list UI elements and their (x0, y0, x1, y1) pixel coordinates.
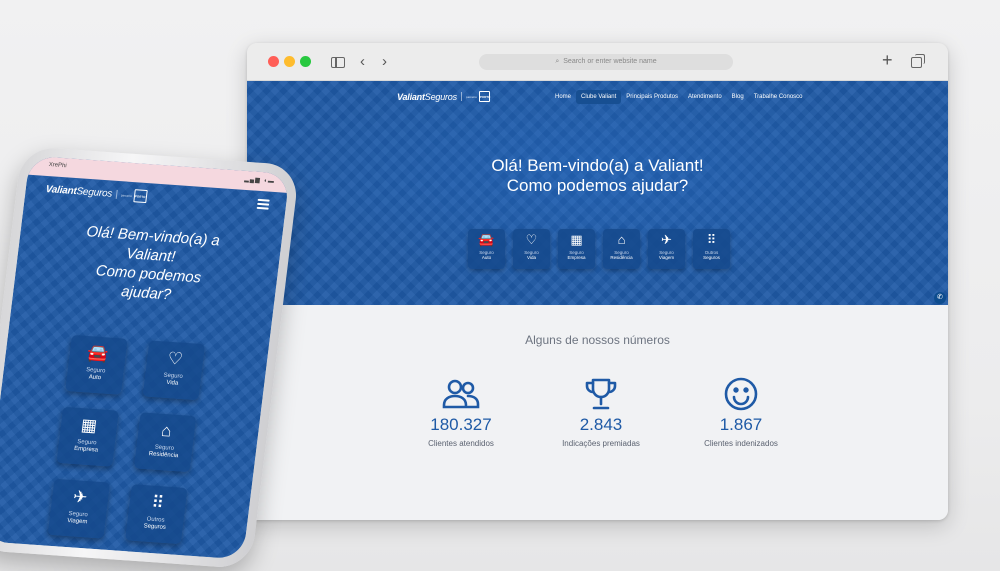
tab-overview-icon[interactable] (911, 54, 925, 68)
stat-label: Indicações premiadas (562, 439, 640, 448)
back-arrow-icon[interactable]: ‹ (360, 53, 365, 71)
stat-value: 180.327 (430, 415, 492, 434)
stat-label: Clientes indenizados (704, 439, 778, 448)
grid-dots-icon: ⠿ (706, 232, 717, 247)
tile-seguro-residencia[interactable]: ⌂ Seguro Residência (603, 229, 640, 269)
m-tile-seguro-empresa[interactable]: ▦ Seguro Empresa (56, 406, 119, 467)
tile-label-bottom: Seguros (703, 255, 720, 260)
partner-badge: PORTO (133, 189, 148, 204)
hero-section: ValiantSeguros parceiro PORTO Home Clube… (247, 81, 948, 305)
mobile-hero-heading: Olá! Bem-vindo(a) a Valiant! Como podemo… (31, 219, 269, 311)
m-tile-seguro-viagem[interactable]: ✈ Seguro Viagem (47, 478, 111, 539)
nav-trabalhe-conosco[interactable]: Trabalhe Conosco (749, 90, 808, 104)
phone-screen: XrePhi ▂▄▆ ◖▬ ValiantSeguros parceiro PO… (0, 155, 290, 560)
tile-label-bottom: Seguros (143, 523, 167, 531)
partner-label: parceiro (120, 192, 133, 198)
tile-label-bottom: Residência (610, 255, 633, 260)
brand-name: ValiantSeguros (45, 183, 113, 200)
tile-label-bottom: Empresa (73, 445, 99, 454)
m-tile-seguro-vida[interactable]: ♡ Seguro Vida (142, 340, 206, 401)
users-icon (391, 375, 531, 413)
house-icon: ⌂ (160, 420, 173, 441)
heart-icon: ♡ (166, 348, 184, 369)
browser-toolbar: ‹ › ⌕ Search or enter website name + (247, 43, 948, 81)
phone-mockup: XrePhi ▂▄▆ ◖▬ ValiantSeguros parceiro PO… (0, 146, 300, 570)
tile-label-bottom: Vida (165, 379, 179, 387)
nav-atendimento[interactable]: Atendimento (683, 90, 727, 104)
car-icon: 🚘 (478, 232, 495, 247)
site-logo[interactable]: ValiantSeguros parceiro PORTO (397, 91, 490, 102)
stat-value: 1.867 (719, 415, 763, 434)
address-bar[interactable]: ⌕ Search or enter website name (479, 54, 733, 70)
logo-divider (115, 189, 118, 199)
address-placeholder: Search or enter website name (563, 58, 657, 65)
stat-clientes-indenizados: 1.867 Clientes indenizados (671, 375, 811, 448)
stat-clientes-atendidos: 180.327 Clientes atendidos (391, 375, 531, 448)
sidebar-toggle-icon[interactable] (331, 57, 345, 68)
m-tile-seguro-auto[interactable]: 🚘 Seguro Auto (65, 334, 128, 395)
tile-seguro-viagem[interactable]: ✈ Seguro Viagem (648, 229, 685, 269)
building-icon: ▦ (570, 232, 583, 247)
nav-blog[interactable]: Blog (727, 90, 749, 104)
stat-label: Clientes atendidos (428, 439, 494, 448)
hero-heading-line1: Olá! Bem-vindo(a) a Valiant! (491, 156, 704, 175)
tile-outros-seguros[interactable]: ⠿ Outros Seguros (693, 229, 730, 269)
forward-arrow-icon[interactable]: › (382, 53, 387, 71)
building-icon: ▦ (79, 415, 99, 436)
browser-window: ‹ › ⌕ Search or enter website name + Vali… (247, 43, 948, 520)
tile-label-bottom: Viagem (658, 255, 675, 260)
nav-principais-produtos[interactable]: Principais Produtos (621, 90, 683, 104)
maximize-window-button[interactable] (300, 56, 311, 67)
partner-badge: PORTO (478, 91, 490, 102)
tile-seguro-vida[interactable]: ♡ Seguro Vida (513, 229, 550, 269)
house-icon: ⌂ (617, 232, 626, 247)
search-icon: ⌕ (555, 58, 560, 65)
trophy-icon (531, 375, 671, 413)
tile-label-bottom: Auto (88, 374, 102, 382)
airplane-icon: ✈ (72, 487, 89, 508)
tile-seguro-empresa[interactable]: ▦ Seguro Empresa (558, 229, 595, 269)
whatsapp-icon[interactable]: ✆ (934, 292, 946, 304)
tile-label-bottom: Vida (527, 255, 536, 260)
logo-divider (460, 92, 462, 101)
insurance-tiles: 🚘 Seguro Auto ♡ Seguro Vida ▦ Seguro Emp… (468, 229, 730, 269)
menu-icon[interactable] (256, 198, 270, 212)
numbers-heading: Alguns de nossos números (525, 333, 670, 347)
nav-home[interactable]: Home (550, 90, 576, 104)
tile-label-bottom: Residência (148, 451, 179, 460)
m-tile-seguro-residencia[interactable]: ⌂ Seguro Residência (133, 412, 197, 473)
heart-icon: ♡ (525, 232, 538, 247)
nav-clube-valiant[interactable]: Clube Valiant (576, 90, 622, 104)
partner-label: parceiro (465, 94, 477, 99)
tile-label-bottom: Empresa (567, 255, 586, 260)
tile-label-bottom: Auto (481, 255, 492, 260)
smile-icon (671, 375, 811, 413)
tile-seguro-auto[interactable]: 🚘 Seguro Auto (468, 229, 505, 269)
airplane-icon: ✈ (661, 232, 672, 247)
numbers-section: Alguns de nossos números 180.327 Cliente… (247, 305, 948, 520)
mobile-insurance-tiles: 🚘 Seguro Auto ♡ Seguro Vida ▦ Seguro Emp… (47, 334, 206, 545)
car-icon: 🚘 (86, 343, 110, 364)
main-nav: Home Clube Valiant Principais Produtos A… (550, 90, 808, 104)
mobile-site-logo[interactable]: ValiantSeguros parceiro PORTO (45, 183, 148, 204)
hero-heading-line2: Como podemos ajudar? (506, 176, 689, 195)
new-tab-icon[interactable]: + (882, 51, 893, 69)
close-window-button[interactable] (268, 56, 279, 67)
grid-dots-icon: ⠿ (150, 492, 166, 513)
tile-label-bottom: Viagem (66, 517, 88, 526)
stat-indicacoes-premiadas: 2.843 Indicações premiadas (531, 375, 671, 448)
brand-name: ValiantSeguros (397, 91, 457, 102)
hero-heading: Olá! Bem-vindo(a) a Valiant! Como podemo… (247, 156, 948, 196)
signal-battery-icon: ▂▄▆ ◖▬ (243, 176, 276, 185)
stat-value: 2.843 (579, 415, 623, 434)
minimize-window-button[interactable] (284, 56, 295, 67)
carrier-label: XrePhi (48, 162, 67, 170)
m-tile-outros-seguros[interactable]: ⠿ Outros Seguros (125, 484, 188, 545)
